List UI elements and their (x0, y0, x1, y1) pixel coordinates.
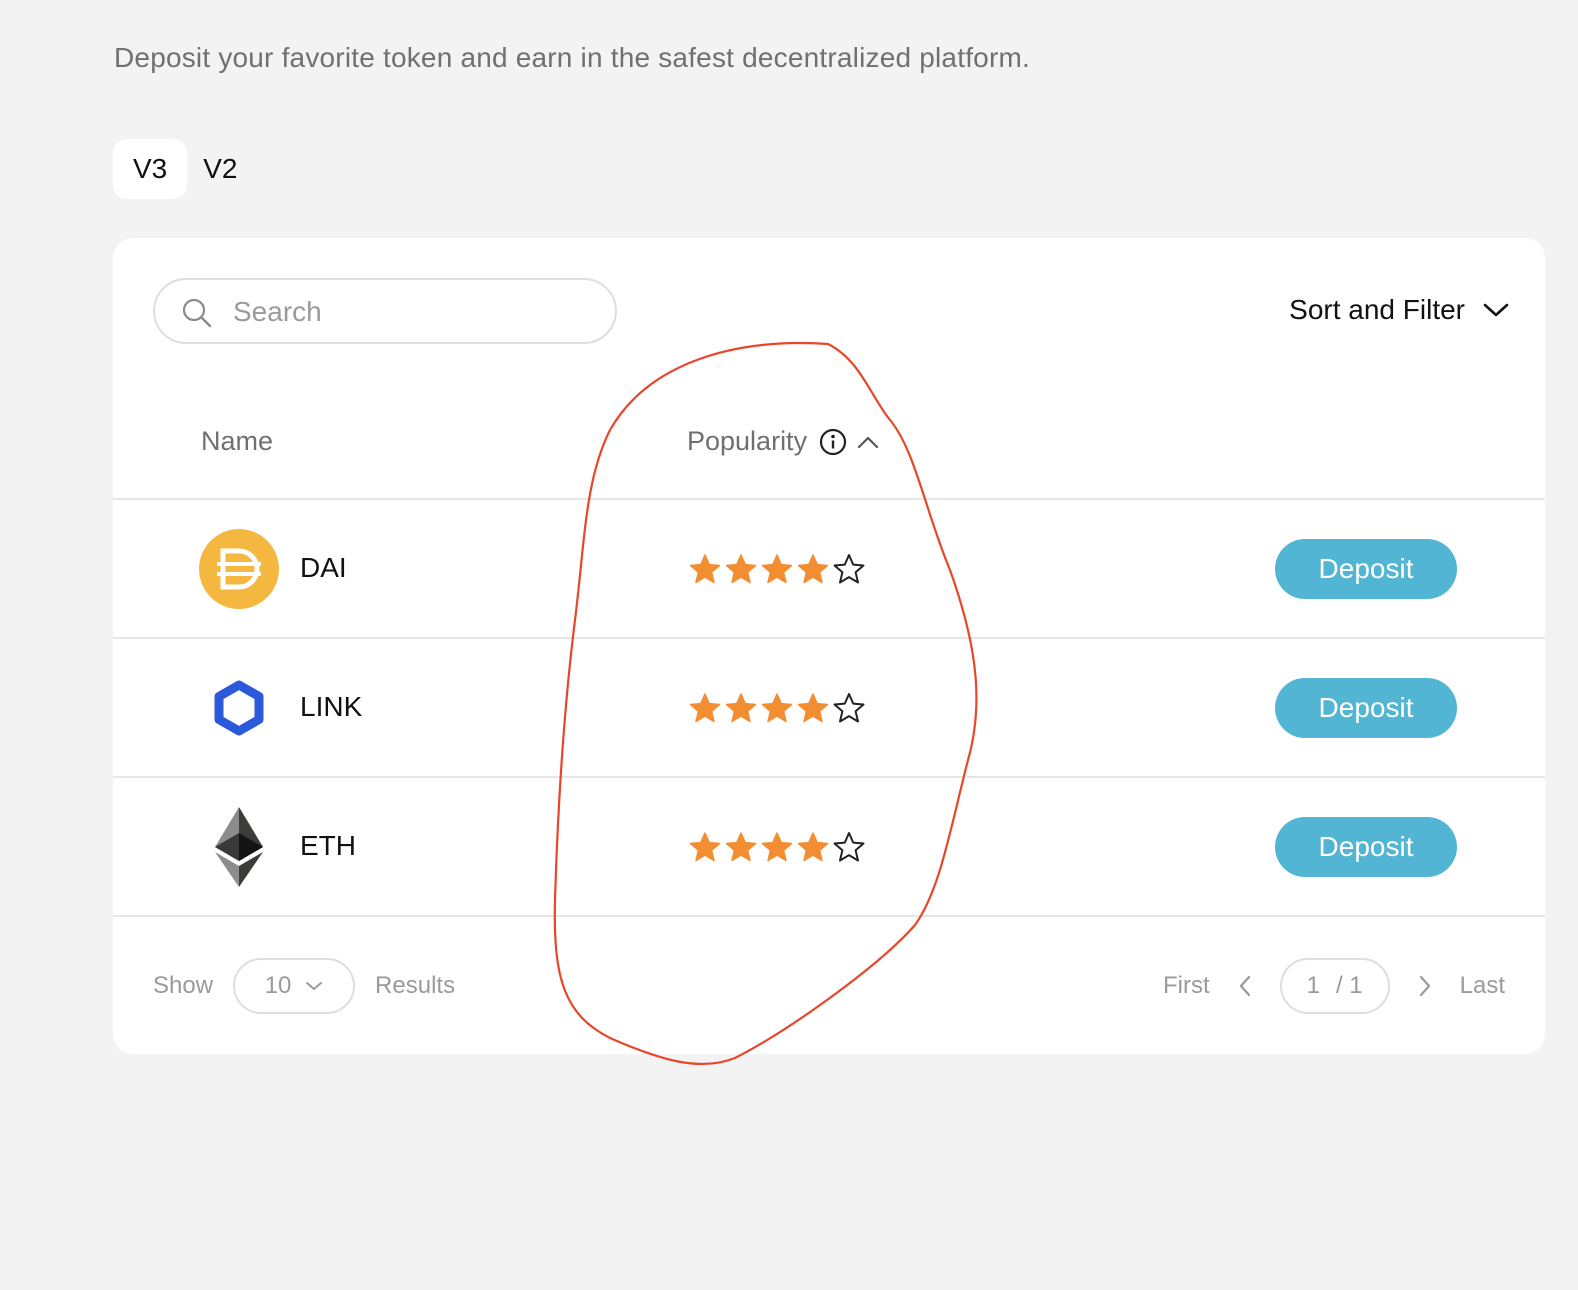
star-filled-icon (761, 554, 793, 584)
ethereum-icon (215, 807, 263, 887)
chevron-right-icon (1419, 975, 1430, 997)
prev-page-button[interactable] (1238, 975, 1252, 997)
star-filled-icon (797, 693, 829, 723)
token-name: LINK (300, 691, 363, 722)
subtitle: Deposit your favorite token and earn in … (114, 42, 1030, 73)
page-size-select[interactable]: 10 (233, 958, 356, 1014)
chevron-down-icon (1483, 303, 1509, 317)
star-filled-icon (689, 832, 721, 862)
search-icon (182, 298, 212, 328)
info-icon[interactable] (819, 428, 847, 456)
table-row: DAI Deposit (113, 498, 1545, 637)
token-name: ETH (300, 830, 356, 861)
pagination: First 1 / 1 Last (1163, 958, 1505, 1014)
star-filled-icon (725, 693, 757, 723)
star-empty-icon (833, 693, 865, 723)
star-filled-icon (797, 832, 829, 862)
show-label: Show (153, 972, 214, 999)
page-indicator[interactable]: 1 / 1 (1279, 958, 1390, 1014)
tokens-card: Sort and Filter Name Popularity DAI Depo… (113, 238, 1545, 1054)
sort-ascending-icon[interactable] (857, 435, 879, 449)
star-empty-icon (833, 832, 865, 862)
search-input[interactable] (231, 280, 595, 344)
dai-icon (199, 529, 279, 609)
page-size-value: 10 (264, 972, 292, 999)
chevron-down-icon (306, 982, 323, 990)
table-row: ETH Deposit (113, 776, 1545, 917)
token-name: DAI (300, 552, 347, 583)
chevron-left-icon (1239, 975, 1250, 997)
star-filled-icon (797, 554, 829, 584)
column-header-name-label: Name (201, 426, 274, 456)
next-page-button[interactable] (1418, 975, 1432, 997)
column-header-popularity: Popularity (687, 426, 879, 457)
first-page-link[interactable]: First (1163, 972, 1210, 1000)
column-header-popularity-label: Popularity (687, 426, 808, 456)
last-page-link[interactable]: Last (1460, 972, 1505, 1000)
chainlink-icon (214, 680, 264, 736)
tab-v2[interactable]: V2 (183, 139, 257, 199)
table-row: LINK Deposit (113, 637, 1545, 776)
tab-v3[interactable]: V3 (113, 139, 188, 199)
deposit-button[interactable]: Deposit (1275, 678, 1457, 738)
deposit-button[interactable]: Deposit (1275, 817, 1457, 877)
sort-filter-button[interactable]: Sort and Filter (1289, 294, 1509, 326)
search-box[interactable] (153, 278, 617, 344)
star-filled-icon (761, 832, 793, 862)
total-pages: / 1 (1335, 972, 1363, 999)
star-empty-icon (833, 554, 865, 584)
star-filled-icon (725, 832, 757, 862)
popularity-rating (687, 552, 867, 588)
popularity-rating (687, 830, 867, 866)
star-filled-icon (761, 693, 793, 723)
column-header-name: Name (201, 426, 273, 457)
star-filled-icon (689, 554, 721, 584)
version-tabs: V3 V2 (113, 139, 258, 199)
deposit-button[interactable]: Deposit (1275, 539, 1457, 599)
current-page: 1 (1306, 972, 1320, 999)
star-filled-icon (725, 554, 757, 584)
sort-filter-label: Sort and Filter (1289, 294, 1465, 325)
results-label: Results (375, 972, 456, 999)
popularity-rating (687, 691, 867, 727)
page-size-control: Show 10 Results (153, 958, 455, 1014)
star-filled-icon (689, 693, 721, 723)
